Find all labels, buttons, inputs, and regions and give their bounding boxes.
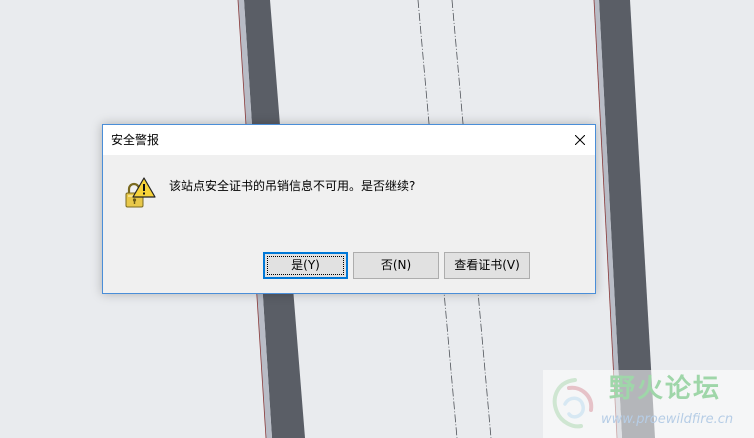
- flame-logo-icon: [552, 378, 594, 429]
- security-alert-dialog: 安全警报 该站点安全证书的吊销信息不可用。是否继续? 是(Y) 否(N) 查看证…: [102, 124, 596, 294]
- view-certificate-button-label: 查看证书(V): [454, 258, 520, 272]
- no-button[interactable]: 否(N): [353, 252, 439, 279]
- yes-button[interactable]: 是(Y): [263, 252, 348, 279]
- yes-button-label: 是(Y): [291, 258, 320, 272]
- dialog-title: 安全警报: [111, 133, 160, 147]
- view-certificate-button[interactable]: 查看证书(V): [444, 252, 530, 279]
- close-button[interactable]: [565, 125, 595, 155]
- alert-message: 该站点安全证书的吊销信息不可用。是否继续?: [169, 179, 416, 193]
- watermark-title: 野火论坛: [609, 374, 722, 404]
- watermark-url: www.proewildfire.cn: [601, 412, 734, 427]
- close-icon: [575, 135, 585, 145]
- forum-watermark: 野火论坛 www.proewildfire.cn: [543, 370, 754, 438]
- lock-warning-icon: [125, 177, 156, 208]
- no-button-label: 否(N): [380, 258, 412, 272]
- dialog-titlebar[interactable]: 安全警报: [103, 125, 595, 155]
